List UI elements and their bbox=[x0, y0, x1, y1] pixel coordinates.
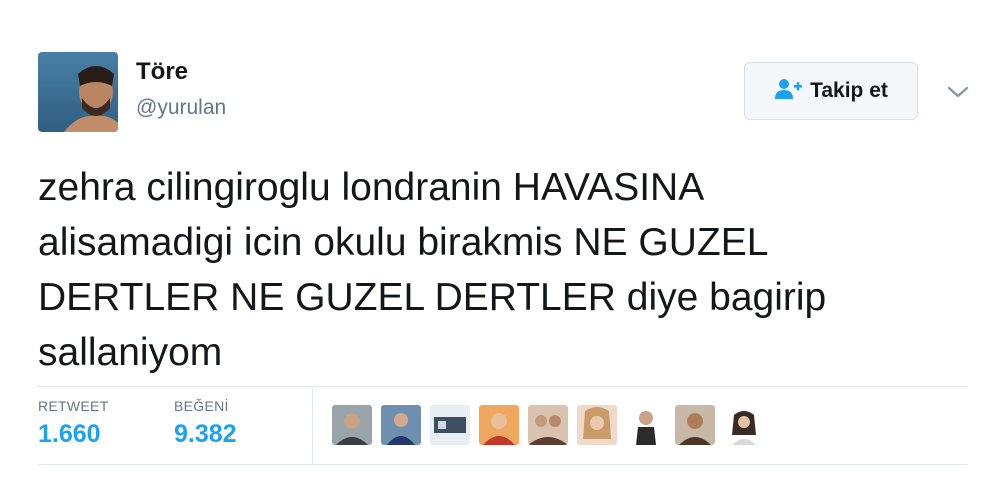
stats-top-divider bbox=[38, 386, 968, 387]
liker-avatar[interactable] bbox=[479, 405, 519, 445]
liker-avatar[interactable] bbox=[430, 405, 470, 445]
stats-bottom-divider bbox=[38, 464, 968, 465]
tweet-text-line: alisamadigi icin okulu birakmis NE GUZEL bbox=[38, 221, 769, 264]
like-stat[interactable]: BEĞENİ 9.382 bbox=[174, 398, 237, 449]
author-handle[interactable]: @yurulan bbox=[136, 96, 226, 120]
tweet-text-line: zehra cilingiroglu londranin HAVASINA bbox=[38, 166, 705, 209]
liker-avatar[interactable] bbox=[626, 405, 666, 445]
retweet-label: RETWEET bbox=[38, 398, 109, 414]
author-avatar[interactable] bbox=[38, 52, 118, 132]
stats-separator bbox=[312, 388, 313, 464]
tweet-text: zehra cilingiroglu londranin HAVASINA al… bbox=[38, 160, 938, 380]
like-label: BEĞENİ bbox=[174, 398, 229, 414]
liker-avatar[interactable] bbox=[675, 405, 715, 445]
like-count: 9.382 bbox=[174, 420, 237, 448]
tweet-text-line: sallaniyom bbox=[38, 331, 223, 374]
retweet-count: 1.660 bbox=[38, 420, 101, 448]
liker-avatars bbox=[332, 405, 764, 445]
retweet-stat[interactable]: RETWEET 1.660 bbox=[38, 398, 109, 449]
liker-avatar[interactable] bbox=[724, 405, 764, 445]
follow-button-label: Takip et bbox=[810, 79, 888, 102]
liker-avatar[interactable] bbox=[528, 405, 568, 445]
chevron-down-icon[interactable] bbox=[944, 80, 972, 104]
liker-avatar[interactable] bbox=[332, 405, 372, 445]
tweet-card: Töre @yurulan Takip et zehra cilingirogl… bbox=[0, 0, 996, 498]
follow-button[interactable]: Takip et bbox=[744, 62, 918, 120]
liker-avatar[interactable] bbox=[577, 405, 617, 445]
add-user-icon bbox=[774, 78, 803, 105]
liker-avatar[interactable] bbox=[381, 405, 421, 445]
tweet-text-line: DERTLER NE GUZEL DERTLER diye bagirip bbox=[38, 276, 827, 319]
author-name[interactable]: Töre bbox=[136, 58, 188, 86]
